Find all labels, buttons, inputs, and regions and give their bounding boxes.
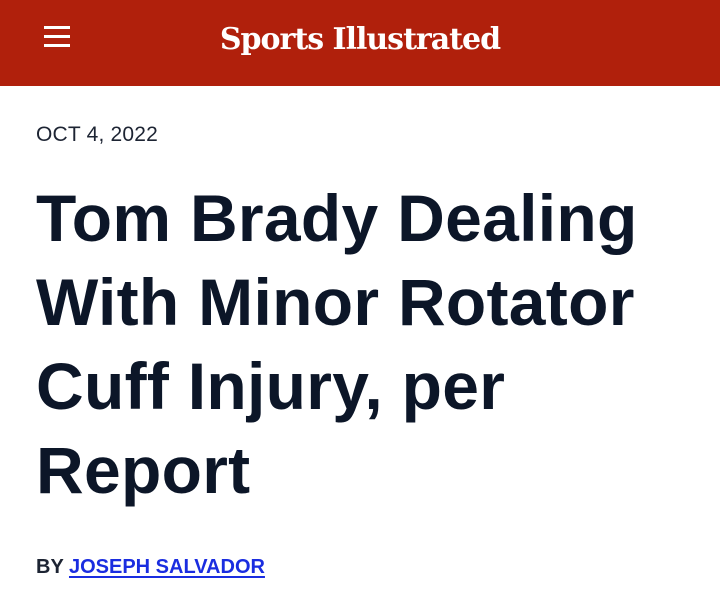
article-date: OCT 4, 2022 <box>36 123 159 146</box>
byline: BY JOSEPH SALVADOR <box>36 552 686 582</box>
byline-prefix: BY <box>36 556 64 578</box>
article-header: OCT 4, 2022 Tom Brady Dealing With Minor… <box>36 120 686 582</box>
author-link[interactable]: JOSEPH SALVADOR <box>69 556 265 578</box>
site-header: Sports Illustrated <box>0 0 720 86</box>
site-logo-container: Sports Illustrated <box>0 0 720 86</box>
site-logo[interactable]: Sports Illustrated <box>220 22 501 57</box>
article-title: Tom Brady Dealing With Minor Rotator Cuf… <box>36 181 638 507</box>
